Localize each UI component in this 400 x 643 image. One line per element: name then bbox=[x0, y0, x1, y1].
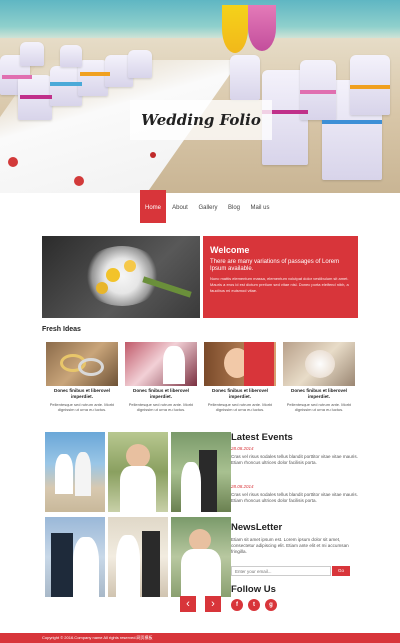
bride-figure bbox=[181, 462, 201, 512]
couple-figure bbox=[75, 452, 91, 496]
hair bbox=[244, 342, 274, 386]
fresh-idea-image[interactable] bbox=[125, 342, 197, 386]
newsletter-title: NewsLetter bbox=[231, 522, 283, 533]
rose-petal bbox=[150, 152, 156, 158]
main-nav: Home About Gallery Blog Mail us bbox=[0, 190, 400, 223]
cake bbox=[305, 350, 335, 378]
chair bbox=[78, 60, 108, 96]
fresh-idea-image[interactable] bbox=[46, 342, 118, 386]
sash bbox=[300, 90, 336, 94]
sash bbox=[50, 82, 82, 86]
welcome-lead: There are many variations of passages of… bbox=[210, 259, 340, 272]
rose-petal bbox=[74, 176, 84, 186]
chair bbox=[128, 50, 152, 78]
sea bbox=[0, 0, 400, 38]
sash bbox=[322, 120, 382, 124]
fresh-idea-title: Donec finibus et liberovel imperdiet. bbox=[291, 388, 347, 399]
chair bbox=[230, 55, 260, 100]
event-date: 28.08.2014 bbox=[231, 446, 254, 451]
nav-gallery[interactable]: Gallery bbox=[194, 193, 222, 223]
gallery-image[interactable] bbox=[45, 517, 105, 597]
gallery-image[interactable] bbox=[108, 517, 168, 597]
sash bbox=[2, 75, 32, 79]
newsletter-go-button[interactable]: Go bbox=[332, 566, 350, 576]
bride-dress bbox=[181, 549, 221, 597]
fresh-idea-image[interactable] bbox=[283, 342, 355, 386]
sash bbox=[20, 95, 52, 99]
welcome-panel: Welcome There are many variations of pas… bbox=[203, 236, 358, 318]
footer: Copyright © 2016.Company name All rights… bbox=[0, 633, 400, 643]
nav-mail-us[interactable]: Mail us bbox=[246, 193, 274, 223]
gallery-image[interactable] bbox=[171, 432, 231, 512]
yellow-flower bbox=[106, 268, 120, 282]
event-text: Cras vel risus sodales tellus blandit po… bbox=[231, 454, 358, 465]
gallery-image[interactable] bbox=[108, 432, 168, 512]
canopy-drape bbox=[222, 5, 248, 53]
gallery-image[interactable] bbox=[171, 517, 231, 597]
hero-banner: Wedding Folio bbox=[0, 0, 400, 193]
fresh-idea-text: Pellentesque sed rutrum ante. Morbi dign… bbox=[49, 402, 115, 412]
nav-home[interactable]: Home bbox=[140, 190, 166, 223]
bride-figure bbox=[163, 346, 185, 384]
latest-events-title: Latest Events bbox=[231, 432, 293, 443]
newsletter-text: Etiam sit amet ipsum est. Lorem ipsum do… bbox=[231, 537, 349, 554]
bride-face bbox=[126, 444, 150, 468]
canopy-drape bbox=[248, 5, 276, 51]
fresh-ideas-title: Fresh Ideas bbox=[42, 326, 81, 333]
twitter-icon[interactable]: t bbox=[248, 599, 260, 611]
fresh-idea-image[interactable] bbox=[204, 342, 276, 386]
fresh-idea-text: Pellentesque sed rutrum ante. Morbi dign… bbox=[128, 402, 194, 412]
welcome-heading: Welcome bbox=[210, 245, 250, 255]
yellow-flower bbox=[96, 282, 108, 294]
rose-petal bbox=[8, 157, 18, 167]
ring bbox=[78, 358, 104, 376]
chair bbox=[20, 42, 44, 66]
follow-us-title: Follow Us bbox=[231, 584, 276, 595]
copyright-text: Copyright © 2016.Company name All rights… bbox=[42, 635, 153, 640]
welcome-body: Nunc mattis elementum massa, elementum v… bbox=[210, 276, 349, 293]
sash bbox=[80, 72, 110, 76]
bouquet bbox=[82, 246, 162, 306]
nav-blog[interactable]: Blog bbox=[223, 193, 245, 223]
gallery-image[interactable] bbox=[45, 432, 105, 512]
fresh-idea-title: Donec finibus et liberovel imperdiet. bbox=[212, 388, 268, 399]
welcome-image bbox=[42, 236, 200, 318]
hero-title-box: Wedding Folio bbox=[130, 100, 272, 140]
google-plus-icon[interactable]: g bbox=[265, 599, 277, 611]
bride-figure bbox=[116, 535, 140, 597]
bride-face bbox=[189, 529, 211, 551]
chair bbox=[60, 45, 82, 67]
groom-figure bbox=[51, 533, 73, 597]
sash bbox=[350, 85, 390, 89]
fresh-idea-text: Pellentesque sed rutrum ante. Morbi dign… bbox=[207, 402, 273, 412]
yellow-flower bbox=[124, 260, 136, 272]
fresh-idea-title: Donec finibus et liberovel imperdiet. bbox=[54, 388, 110, 399]
fresh-idea-text: Pellentesque sed rutrum ante. Morbi dign… bbox=[286, 402, 352, 412]
site-title: Wedding Folio bbox=[141, 111, 261, 129]
newsletter-email-input[interactable] bbox=[231, 566, 331, 576]
groom-figure bbox=[142, 531, 160, 597]
fresh-idea-title: Donec finibus et liberovel imperdiet. bbox=[133, 388, 189, 399]
bride-dress bbox=[120, 466, 156, 512]
event-text: Cras vel risus sodales tellus blandit po… bbox=[231, 492, 358, 503]
nav-about[interactable]: About bbox=[168, 193, 192, 223]
groom-figure bbox=[199, 450, 217, 512]
event-date: 28.08.2014 bbox=[231, 484, 254, 489]
facebook-icon[interactable]: f bbox=[231, 599, 243, 611]
bride-figure bbox=[73, 537, 99, 597]
next-arrow-button[interactable]: › bbox=[205, 596, 221, 612]
couple-figure bbox=[55, 454, 73, 494]
prev-arrow-button[interactable]: ‹ bbox=[180, 596, 196, 612]
